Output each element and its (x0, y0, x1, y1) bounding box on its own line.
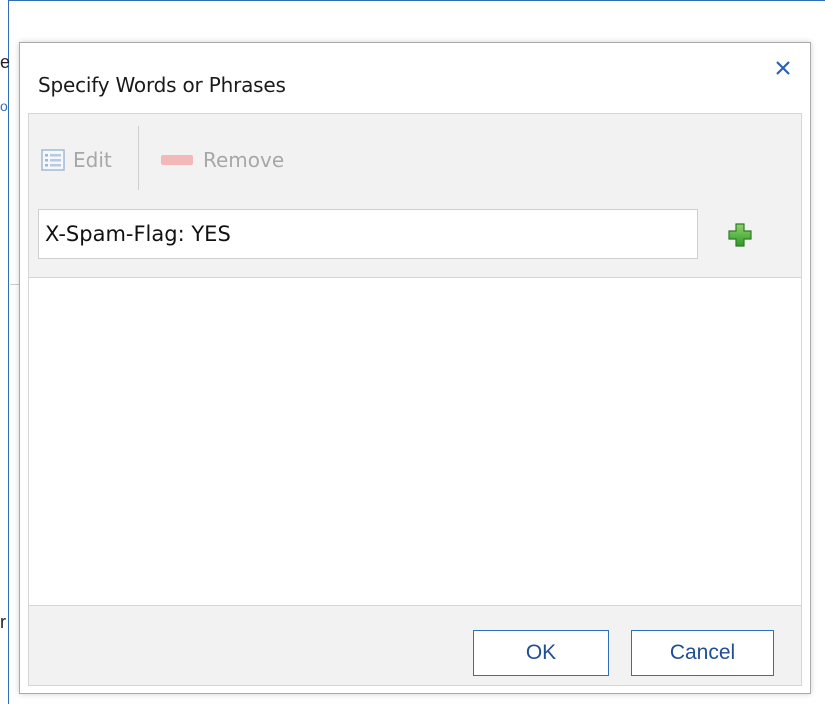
cancel-button[interactable]: Cancel (631, 630, 774, 676)
dialog-footer: OK Cancel (29, 605, 801, 685)
background-text-fragment: o (0, 98, 8, 114)
ok-button[interactable]: OK (473, 630, 609, 676)
remove-button-label: Remove (203, 148, 285, 172)
dialog-title: Specify Words or Phrases (38, 73, 286, 97)
remove-minus-icon (161, 155, 193, 165)
dialog-content: Edit Remove X-Spam-Flag: YES OK Cancel (28, 113, 802, 686)
add-phrase-button[interactable] (726, 221, 754, 249)
phrase-list[interactable] (29, 278, 801, 605)
remove-button[interactable]: Remove (161, 130, 284, 190)
edit-button-label: Edit (73, 148, 112, 172)
list-edit-icon (41, 149, 65, 171)
toolbar-separator (138, 126, 139, 190)
specify-words-dialog: Specify Words or Phrases Edit Remove X-S… (19, 42, 811, 694)
close-icon (776, 61, 790, 75)
screen: e o r Specify Words or Phrases Edit Remo… (0, 0, 825, 704)
background-text-fragment: r (0, 612, 6, 632)
close-button[interactable] (772, 57, 794, 79)
phrase-input[interactable] (38, 209, 698, 259)
plus-icon (728, 223, 752, 247)
toolbar: Edit Remove (29, 114, 801, 278)
edit-button[interactable]: Edit (41, 130, 112, 190)
background-text-fragment: e (0, 52, 11, 72)
